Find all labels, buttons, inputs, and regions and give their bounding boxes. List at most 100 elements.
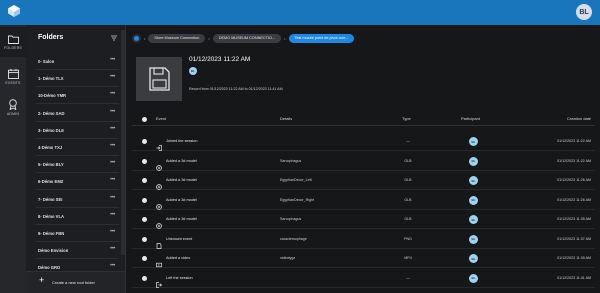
participant-avatar[interactable]: BL: [469, 215, 478, 224]
more-options-icon[interactable]: •••: [110, 74, 115, 80]
more-options-icon[interactable]: •••: [110, 160, 115, 166]
folder-item[interactable]: 4-Démo TXJ •••: [26, 142, 125, 156]
folder-item[interactable]: 5- Démo BLY •••: [26, 159, 125, 174]
row-select-radio[interactable]: [142, 197, 147, 203]
row-select-radio[interactable]: [142, 217, 147, 222]
folder-name: Démo GRD: [38, 265, 61, 271]
sidebar-scrollbar[interactable]: [121, 30, 125, 255]
event-type: MP4: [404, 256, 412, 260]
table-row[interactable]: Added a 3d model Sarcophagus GLB BL 01/12/20…: [132, 210, 595, 229]
calendar-icon: [7, 69, 19, 79]
rail-item-folders[interactable]: FOLDERS: [0, 27, 26, 57]
column-header-type[interactable]: Type: [402, 116, 411, 121]
divider: [36, 137, 119, 139]
divider: [36, 223, 119, 225]
more-options-icon[interactable]: •••: [110, 229, 115, 235]
participant-avatar[interactable]: BL: [469, 195, 478, 205]
folder-item[interactable]: 9- Démo FBN •••: [26, 228, 125, 242]
divider: [36, 103, 119, 105]
row-select-radio[interactable]: [142, 275, 147, 281]
more-options-icon[interactable]: •••: [110, 143, 115, 149]
rail-item-label: ADMIN: [6, 111, 20, 116]
sort-icon[interactable]: [110, 34, 118, 42]
column-header-details[interactable]: Details: [280, 116, 292, 121]
user-avatar[interactable]: BL: [576, 4, 592, 20]
breadcrumb-item-current[interactable]: Test musée point de pivot corr...: [288, 33, 355, 43]
more-options-icon[interactable]: •••: [110, 126, 115, 132]
more-options-icon[interactable]: •••: [110, 212, 115, 218]
column-header-creation-date[interactable]: Creation date: [567, 116, 591, 121]
table-row[interactable]: Added a 3d model EgyptianDecor_Left GLB BL 0…: [132, 171, 595, 190]
more-options-icon[interactable]: •••: [110, 246, 115, 252]
logout-icon: [156, 275, 162, 288]
more-options-icon[interactable]: •••: [110, 91, 115, 97]
event-name: Added a 3d model: [166, 158, 197, 163]
event-type: —: [406, 139, 410, 143]
more-options-icon[interactable]: •••: [110, 177, 115, 183]
creation-date: 01/12/2023 11:26 AM: [557, 178, 591, 182]
participant-avatar[interactable]: BL: [469, 273, 478, 283]
more-options-icon[interactable]: •••: [110, 57, 115, 63]
participant-avatar[interactable]: BL: [469, 176, 478, 185]
more-options-icon[interactable]: •••: [110, 195, 115, 201]
creation-date: 01/12/2023 11:41 AM: [557, 275, 591, 280]
table-row[interactable]: Unknown event caractersophage PNG BL 01/12/2…: [132, 230, 595, 249]
document-icon: [156, 236, 162, 249]
more-options-icon[interactable]: •••: [110, 109, 115, 115]
event-type: PNG: [404, 236, 412, 241]
breadcrumb-item[interactable]: Store Museum Connection: [148, 33, 206, 43]
event-type: GLB: [404, 178, 412, 182]
divider: [36, 258, 119, 260]
table-row[interactable]: Added a 3d model EgyptianDecor_Right GLB BL…: [132, 191, 595, 210]
more-options-icon[interactable]: •••: [110, 263, 115, 269]
column-header-participant[interactable]: Participant: [461, 116, 480, 121]
divider: [36, 155, 119, 156]
table-row[interactable]: Added a video vidéotygz MP4 BL 01/12/2023 11…: [132, 249, 595, 268]
folder-item[interactable]: 0- Salon •••: [26, 56, 125, 70]
creation-date: 01/12/2023 11:22 AM: [557, 139, 591, 143]
folder-name: 6-Démo EMZ: [38, 179, 64, 185]
table-row[interactable]: Left the session — BL 01/12/2023 11:41 AM: [132, 269, 595, 288]
row-select-radio[interactable]: [142, 158, 147, 164]
folder-name: 10-Démo YMR: [38, 93, 67, 99]
folder-name: 9- Démo FBN: [38, 231, 65, 236]
folder-item[interactable]: 3- Démo DLE •••: [26, 125, 125, 139]
cube-add-icon: [156, 197, 162, 210]
row-select-radio[interactable]: [142, 256, 147, 261]
rail-item-label: FOLDERS: [4, 45, 22, 50]
breadcrumb-home-icon[interactable]: [132, 33, 141, 43]
folder-item[interactable]: 6-Démo EMZ •••: [26, 176, 125, 191]
participant-avatar[interactable]: BL: [469, 156, 478, 166]
folder-item[interactable]: 2- Démo SAD •••: [26, 108, 125, 122]
participant-avatar[interactable]: BL: [469, 137, 478, 146]
divider: [36, 172, 119, 174]
creation-date: 01/12/2023 11:22 AM: [557, 158, 591, 163]
session-thumbnail: [136, 57, 182, 101]
event-name: Joined the session: [166, 139, 198, 143]
participant-avatar[interactable]: BL: [469, 234, 478, 244]
row-select-radio[interactable]: [142, 178, 147, 183]
row-select-radio[interactable]: [142, 139, 147, 144]
event-type: GLB: [404, 217, 412, 221]
event-name: Left the session: [166, 275, 193, 280]
folder-item[interactable]: 10-Démo YMR •••: [26, 90, 125, 105]
rail-item-events[interactable]: EVENTS: [0, 62, 26, 92]
divider: [36, 189, 119, 191]
folder-item[interactable]: Démo Envision •••: [26, 245, 125, 260]
column-header-event[interactable]: Event: [156, 116, 166, 121]
table-row[interactable]: Added a 3d model Sarcophagus GLB BL 01/12/20…: [132, 152, 595, 171]
folder-item[interactable]: 8- Démo VLA •••: [26, 211, 125, 225]
save-disk-icon: [149, 67, 170, 91]
app-logo-icon[interactable]: [7, 4, 21, 18]
rail-item-admin[interactable]: ADMIN: [0, 92, 26, 122]
participant-avatar[interactable]: BL: [469, 254, 478, 263]
select-all-radio[interactable]: [142, 117, 147, 122]
folder-item[interactable]: 7- Démo SEI •••: [26, 194, 125, 208]
table-row[interactable]: Joined the session — BL 01/12/2023 11:22 AM: [132, 132, 595, 151]
row-select-radio[interactable]: [142, 236, 147, 242]
breadcrumb-item[interactable]: DEMO MUSEUM CONNECTIO...: [212, 33, 282, 43]
creation-date: 01/12/2023 11:26 AM: [557, 197, 591, 202]
breadcrumb-separator-icon: •: [208, 35, 210, 41]
create-root-folder-button[interactable]: + Create a new root folder: [26, 271, 125, 293]
folder-item[interactable]: 1- Démo TLX •••: [26, 73, 125, 88]
